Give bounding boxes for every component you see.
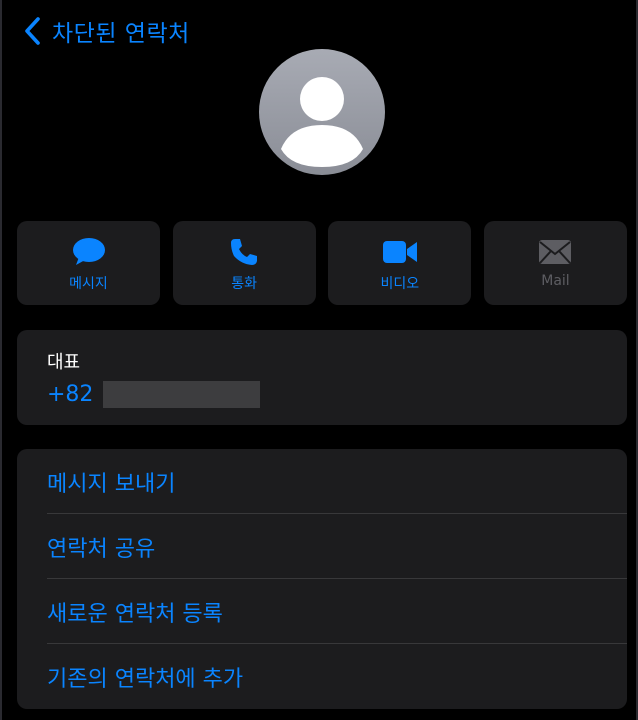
contact-detail-screen: 차단된 연락처 메시지 통화 비디오 Mail 대표 +82 메시지 보내기 연… <box>0 0 638 720</box>
video-action-label: 비디오 <box>380 276 420 292</box>
video-camera-icon <box>382 241 417 263</box>
chevron-left-icon <box>25 17 40 45</box>
redacted-phone-digits <box>103 381 261 408</box>
mail-action-button[interactable]: Mail <box>483 221 627 305</box>
message-bubble-icon <box>72 238 105 265</box>
mail-action-label: Mail <box>541 273 570 289</box>
send-message-label: 메시지 보내기 <box>47 472 176 497</box>
send-message-row[interactable]: 메시지 보내기 <box>17 449 627 514</box>
message-action-button[interactable]: 메시지 <box>17 221 160 305</box>
call-action-button[interactable]: 통화 <box>172 221 316 305</box>
create-new-contact-label: 새로운 연락처 등록 <box>47 602 223 627</box>
message-action-label: 메시지 <box>69 276 108 292</box>
create-new-contact-row[interactable]: 새로운 연락처 등록 <box>17 579 627 644</box>
back-button[interactable]: 차단된 연락처 <box>22 14 190 48</box>
contact-actions-list: 메시지 보내기 연락처 공유 새로운 연락처 등록 기존의 연락처에 추가 <box>17 449 627 709</box>
add-to-existing-contact-row[interactable]: 기존의 연락처에 추가 <box>17 644 627 709</box>
phone-kind-label: 대표 <box>47 352 81 373</box>
quick-actions: 메시지 통화 비디오 Mail <box>17 221 627 305</box>
share-contact-row[interactable]: 연락처 공유 <box>17 514 627 579</box>
person-placeholder-icon <box>281 77 363 167</box>
back-button-label: 차단된 연락처 <box>52 21 190 47</box>
envelope-icon <box>539 240 572 264</box>
add-to-existing-contact-label: 기존의 연락처에 추가 <box>47 667 244 692</box>
video-action-button[interactable]: 비디오 <box>328 221 472 305</box>
share-contact-label: 연락처 공유 <box>47 537 156 562</box>
contact-avatar <box>259 49 385 175</box>
call-action-label: 통화 <box>231 276 258 292</box>
phone-number-prefix: +82 <box>47 382 94 407</box>
phone-number[interactable]: +82 <box>47 381 261 408</box>
phone-icon <box>231 239 258 265</box>
phone-number-card: 대표 +82 <box>17 330 627 425</box>
